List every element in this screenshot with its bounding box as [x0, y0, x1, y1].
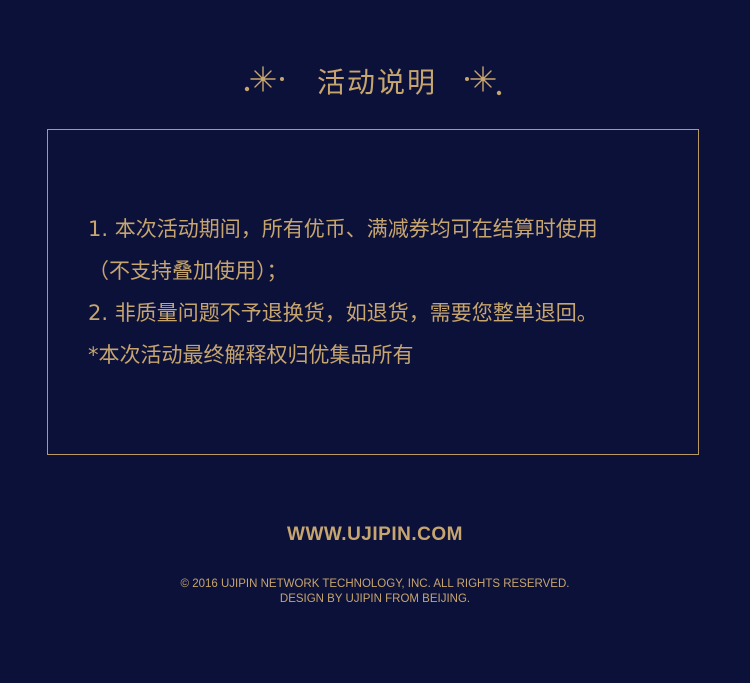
notice-line: 2. 非质量问题不予退换货，如退货，需要您整单退回。	[88, 301, 598, 325]
notice-line: （不支持叠加使用）；	[88, 259, 288, 283]
notice-box: 1. 本次活动期间，所有优币、满减券均可在结算时使用 （不支持叠加使用）； 2.…	[47, 129, 699, 455]
sparkle-icon	[465, 66, 502, 96]
sparkle-icon	[244, 66, 284, 92]
website-url[interactable]: WWW.UJIPIN.COM	[0, 524, 750, 546]
copyright: © 2016 UJIPIN NETWORK TECHNOLOGY, INC. A…	[0, 577, 750, 607]
section-header: 活动说明	[0, 58, 750, 104]
notice-line: 1. 本次活动期间，所有优币、满减券均可在结算时使用	[88, 217, 598, 241]
page-title: 活动说明	[316, 66, 437, 99]
design-credit-line: DESIGN BY UJIPIN FROM BEIJING.	[279, 593, 471, 605]
copyright-line: © 2016 UJIPIN NETWORK TECHNOLOGY, INC. A…	[180, 578, 570, 590]
notice-line: *本次活动最终解释权归优集品所有	[88, 343, 414, 367]
notice-list: 1. 本次活动期间，所有优币、满减券均可在结算时使用 （不支持叠加使用）； 2.…	[88, 208, 668, 376]
